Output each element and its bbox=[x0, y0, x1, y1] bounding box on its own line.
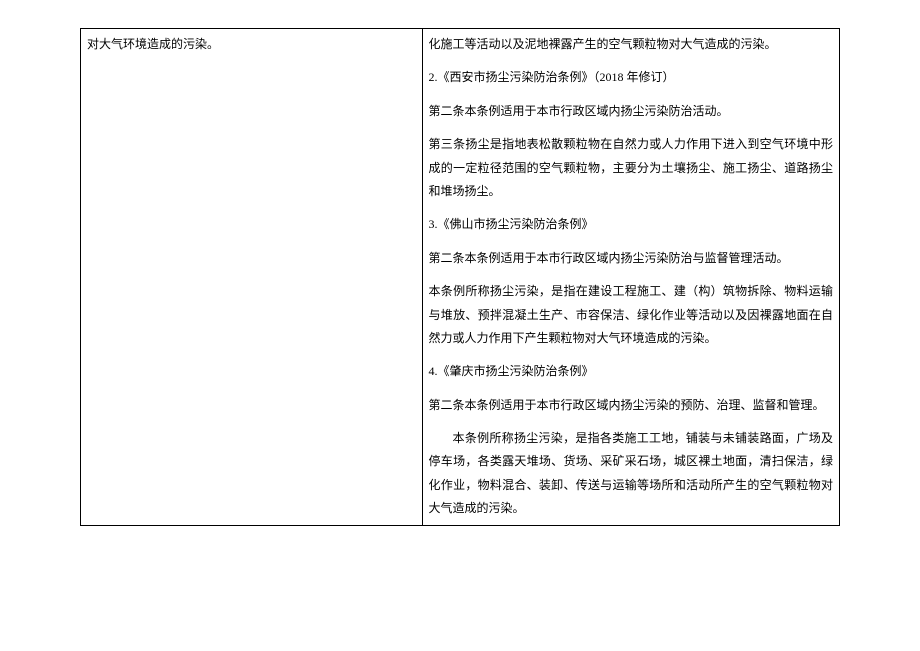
right-paragraph-2: 2.《西安市扬尘污染防治条例》（2018 年修订） bbox=[429, 66, 833, 89]
content-table: 对大气环境造成的污染。 化施工等活动以及泥地裸露产生的空气颗粒物对大气造成的污染… bbox=[80, 28, 840, 526]
left-paragraph-1: 对大气环境造成的污染。 bbox=[87, 33, 416, 56]
right-paragraph-7: 本条例所称扬尘污染，是指在建设工程施工、建（构）筑物拆除、物料运输与堆放、预拌混… bbox=[429, 280, 833, 350]
right-paragraph-9: 第二条本条例适用于本市行政区域内扬尘污染的预防、治理、监督和管理。 bbox=[429, 394, 833, 417]
table-row: 对大气环境造成的污染。 化施工等活动以及泥地裸露产生的空气颗粒物对大气造成的污染… bbox=[81, 29, 840, 526]
right-paragraph-8: 4.《肇庆市扬尘污染防治条例》 bbox=[429, 360, 833, 383]
left-cell: 对大气环境造成的污染。 bbox=[81, 29, 423, 526]
right-paragraph-6: 第二条本条例适用于本市行政区域内扬尘污染防治与监督管理活动。 bbox=[429, 247, 833, 270]
right-cell: 化施工等活动以及泥地裸露产生的空气颗粒物对大气造成的污染。 2.《西安市扬尘污染… bbox=[422, 29, 839, 526]
document-page: 对大气环境造成的污染。 化施工等活动以及泥地裸露产生的空气颗粒物对大气造成的污染… bbox=[0, 0, 920, 576]
right-paragraph-10: 本条例所称扬尘污染，是指各类施工工地，铺装与未铺装路面，广场及停车场，各类露天堆… bbox=[429, 427, 833, 521]
right-paragraph-3: 第二条本条例适用于本市行政区域内扬尘污染防治活动。 bbox=[429, 100, 833, 123]
right-paragraph-5: 3.《佛山市扬尘污染防治条例》 bbox=[429, 213, 833, 236]
right-paragraph-4: 第三条扬尘是指地表松散颗粒物在自然力或人力作用下进入到空气环境中形成的一定粒径范… bbox=[429, 133, 833, 203]
right-paragraph-1: 化施工等活动以及泥地裸露产生的空气颗粒物对大气造成的污染。 bbox=[429, 33, 833, 56]
